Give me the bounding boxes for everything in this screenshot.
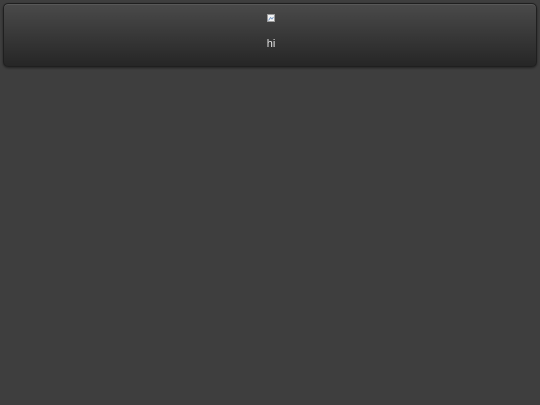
broken-image-icon bbox=[267, 14, 275, 22]
header-bar: hi bbox=[3, 3, 537, 67]
app-page: hi bbox=[0, 0, 540, 405]
greeting-text: hi bbox=[266, 38, 276, 50]
